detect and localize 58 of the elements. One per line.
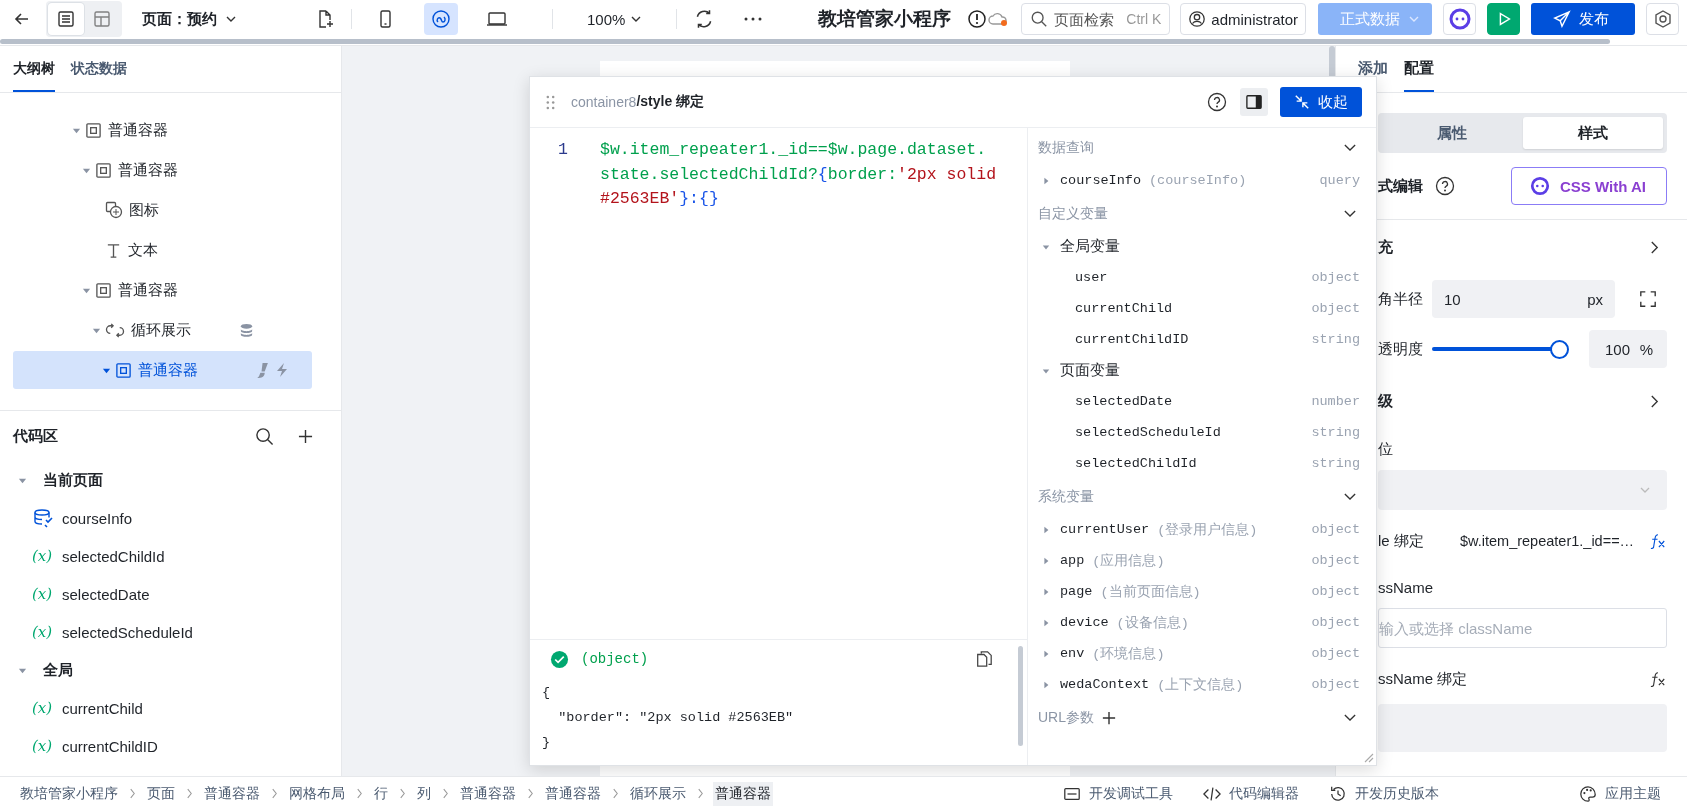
style-edit-label: 式编辑 (1378, 176, 1423, 196)
tree-item-label: 普通容器 (138, 360, 198, 380)
variable-type: string (1311, 332, 1360, 347)
result-line: "border": "2px solid #2563EB" (557, 709, 795, 727)
code-area-title: 代码区 (13, 426, 59, 446)
variable-type: string (1311, 425, 1360, 440)
tree-item-label: 普通容器 (118, 160, 178, 180)
variable-type: object (1311, 615, 1360, 630)
unit-label: % (1639, 340, 1653, 358)
variable-note: (当前页面信息) (1100, 583, 1201, 601)
section-title: 充 (1378, 237, 1393, 257)
field-label: ssName 绑定 (1378, 669, 1468, 689)
variable-icon: (x) (32, 547, 54, 565)
component-path: container8 (571, 94, 637, 110)
section-title: 数据查询 (1038, 138, 1094, 157)
app-title: 教培管家小程序 (818, 7, 952, 31)
section-title: 系统变量 (1038, 487, 1094, 506)
variable-type: object (1311, 646, 1360, 661)
variable-icon: (x) (32, 623, 54, 641)
field-label: le 绑定 (1378, 531, 1425, 551)
variable-type: object (1311, 677, 1360, 692)
field-label: 透明度 (1378, 339, 1424, 359)
section-title: 级 (1378, 391, 1393, 411)
variable-type: object (1311, 584, 1360, 599)
variable-note: (环境信息) (1092, 645, 1165, 663)
tree-item-label: 普通容器 (118, 280, 178, 300)
tree-item-label: 文本 (128, 240, 158, 260)
result-type: (object) (581, 651, 649, 667)
shortcut-hint: Ctrl K (1126, 11, 1162, 27)
variable-type: object (1311, 553, 1360, 568)
tree-item-label: 图标 (129, 200, 159, 220)
variable-note: (上下文信息) (1157, 676, 1244, 694)
result-line: } (542, 734, 552, 752)
tree-item-label: 普通容器 (108, 120, 168, 140)
button-label: CSS With AI (1560, 177, 1646, 195)
unit-label: px (1587, 290, 1603, 308)
variable-icon: (x) (32, 737, 54, 755)
variable-note: (应用信息) (1092, 552, 1165, 570)
variable-type: object (1311, 522, 1360, 537)
variable-note: (设备信息) (1116, 614, 1189, 632)
variable-note: (登录用户信息) (1157, 521, 1258, 539)
field-label: ssName (1378, 578, 1433, 596)
section-title: URL参数 (1038, 708, 1094, 727)
variable-type: query (1319, 173, 1360, 188)
variable-type: object (1311, 301, 1360, 316)
variable-type: object (1311, 270, 1360, 285)
variable-icon: (x) (32, 699, 54, 717)
variable-type: number (1311, 394, 1360, 409)
variable-type: string (1311, 456, 1360, 471)
section-title: 自定义变量 (1038, 204, 1108, 223)
dialog-title: /style 绑定 (636, 93, 705, 111)
line-number: 1 (557, 139, 568, 161)
field-label: 角半径 (1378, 289, 1424, 309)
variable-icon: (x) (32, 585, 54, 603)
result-line: { (542, 684, 552, 702)
tree-item-label: 循环展示 (131, 320, 191, 340)
field-label: 位 (1378, 439, 1394, 459)
variable-note: (courseInfo) (1149, 173, 1247, 188)
